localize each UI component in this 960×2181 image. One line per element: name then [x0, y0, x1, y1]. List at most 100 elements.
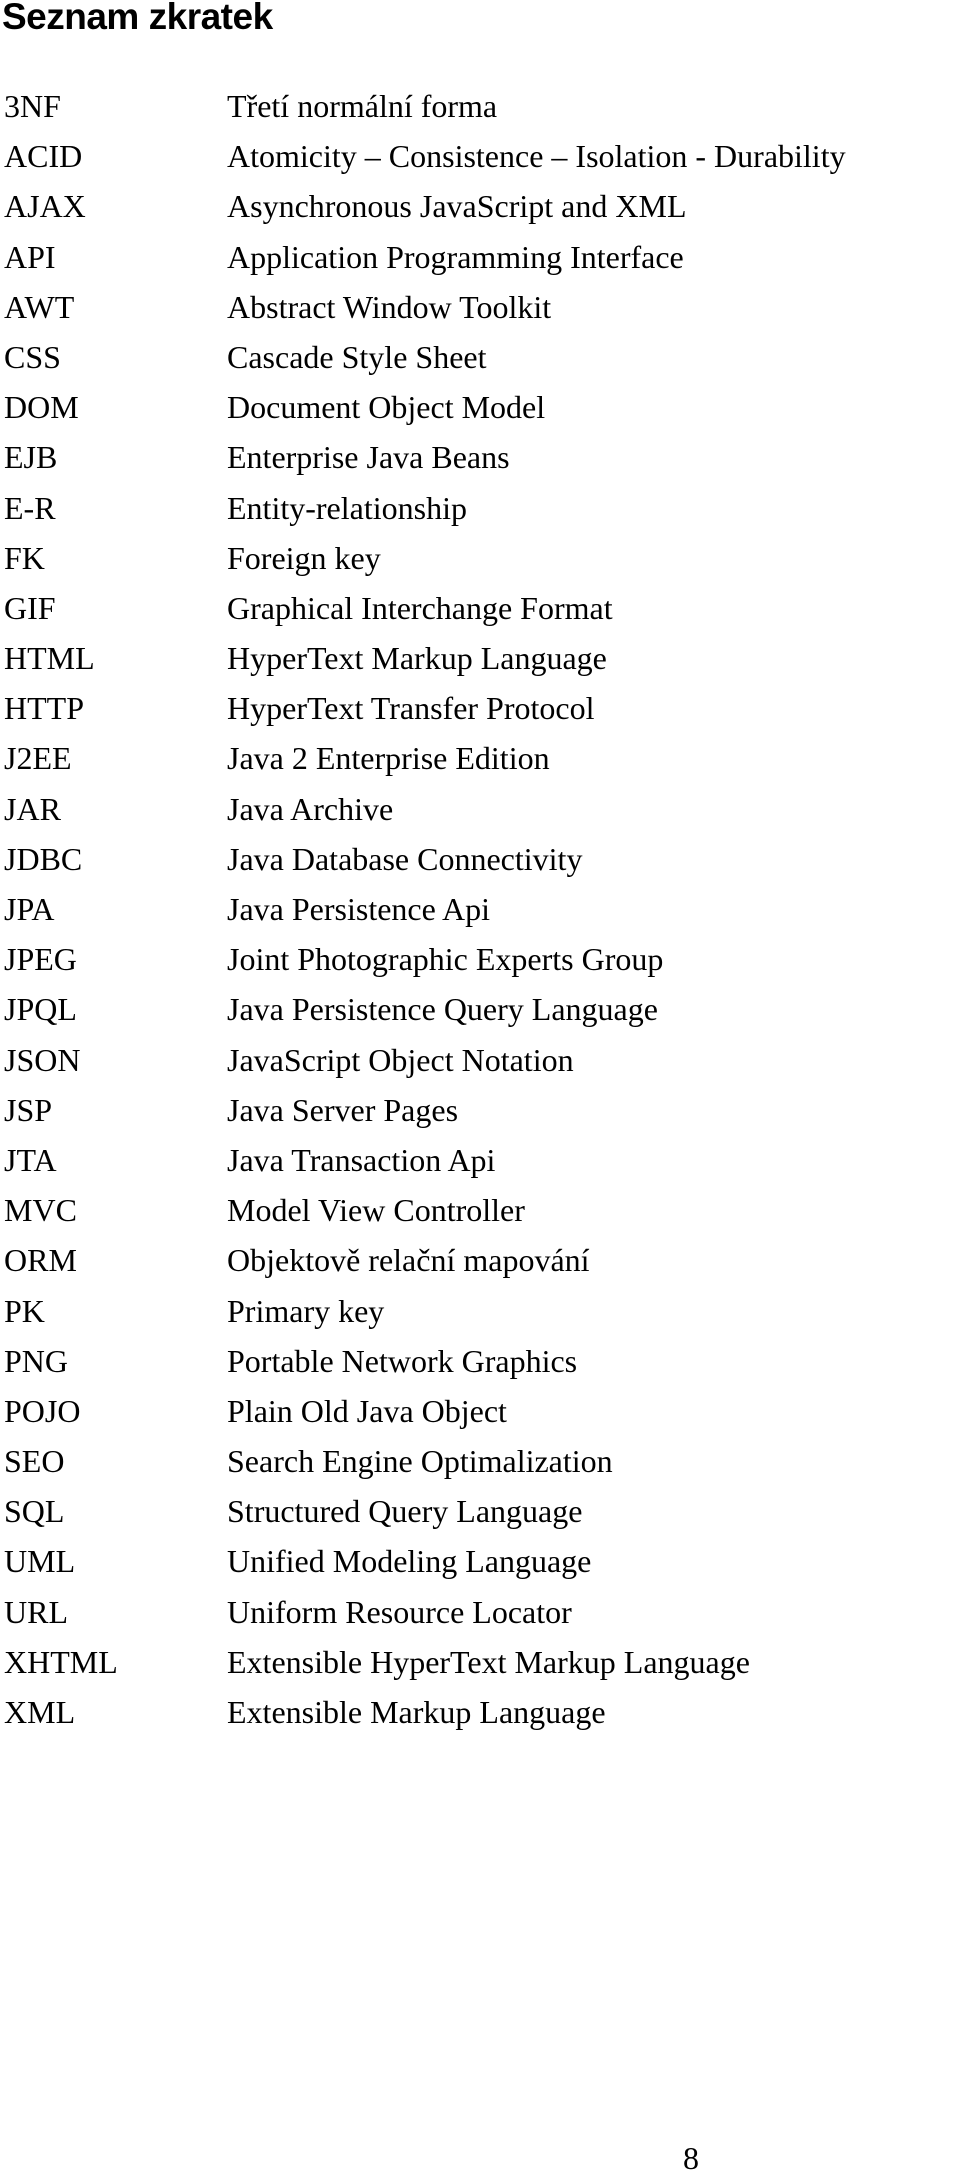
- abbreviation: GIF: [4, 589, 56, 626]
- abbreviation-definition: Extensible Markup Language: [227, 1694, 606, 1730]
- abbreviation-row: ACID Atomicity – Consistence – Isolation …: [4, 131, 954, 181]
- abbreviation: URL: [4, 1593, 68, 1630]
- page-title: Seznam zkratek: [2, 0, 273, 37]
- abbreviation-definition: Třetí normální forma: [227, 88, 498, 124]
- abbreviation: MVC: [4, 1192, 77, 1229]
- abbreviation: API: [4, 238, 56, 275]
- abbreviation-row: POJO Plain Old Java Object: [4, 1386, 954, 1436]
- abbreviation-row: EJB Enterprise Java Beans: [4, 432, 954, 482]
- abbreviation: PNG: [4, 1342, 69, 1379]
- abbreviation-row: XHTML Extensible HyperText Markup Languag…: [4, 1637, 954, 1687]
- abbreviation: ORM: [4, 1242, 77, 1279]
- abbreviation-definition: Primary key: [227, 1292, 385, 1329]
- abbreviation-definition: Asynchronous JavaScript and XML: [227, 188, 687, 225]
- abbreviation-row: 3NF Třetí normální forma: [4, 81, 954, 131]
- abbreviation-definition: Joint Photographic Experts Group: [227, 941, 664, 978]
- abbreviation: POJO: [4, 1392, 81, 1429]
- abbreviation-row: JTA Java Transaction Api: [4, 1135, 954, 1185]
- abbreviation-definition: Structured Query Language: [227, 1493, 583, 1530]
- abbreviation-row: PK Primary key: [4, 1286, 954, 1336]
- abbreviation: JTA: [4, 1141, 57, 1178]
- abbreviation-row: HTTP HyperText Transfer Protocol: [4, 683, 954, 733]
- abbreviation-row: JDBC Java Database Connectivity: [4, 834, 954, 884]
- abbreviation-definition: Uniform Resource Locator: [227, 1593, 572, 1630]
- abbreviation-row: JSON JavaScript Object Notation: [4, 1035, 954, 1085]
- abbreviation-row: JPEG Joint Photographic Experts Group: [4, 934, 954, 984]
- abbreviation-definition: Cascade Style Sheet: [227, 338, 487, 375]
- abbreviation-definition: Graphical Interchange Format: [227, 589, 613, 626]
- abbreviation-row: HTML HyperText Markup Language: [4, 633, 954, 683]
- abbreviation-row: XML Extensible Markup Language: [4, 1687, 954, 1737]
- abbreviation: ACID: [4, 138, 83, 175]
- abbreviation-definition: Extensible HyperText Markup Language: [227, 1643, 750, 1680]
- abbreviation: JPA: [4, 891, 55, 927]
- abbreviation: UML: [4, 1543, 76, 1580]
- abbreviation: XHTML: [4, 1643, 118, 1680]
- abbreviation-definition: Plain Old Java Object: [227, 1392, 507, 1429]
- abbreviation-definition: Search Engine Optimalization: [227, 1443, 613, 1480]
- abbreviation: HTML: [4, 640, 95, 677]
- abbreviation-row: JAR Java Archive: [4, 784, 954, 834]
- page-number: 8: [683, 2140, 699, 2176]
- abbreviation: CSS: [4, 338, 61, 375]
- abbreviation-row: E-R Entity-relationship: [4, 483, 954, 533]
- abbreviation-row: DOM Document Object Model: [4, 382, 954, 432]
- abbreviation-definition: Java Persistence Query Language: [227, 991, 658, 1028]
- abbreviation-row: AJAX Asynchronous JavaScript and XML: [4, 181, 954, 231]
- abbreviation: SQL: [4, 1493, 65, 1530]
- abbreviation: J2EE: [4, 740, 72, 777]
- abbreviation-row: API Application Programming Interface: [4, 232, 954, 282]
- abbreviation-row: AWT Abstract Window Toolkit: [4, 282, 954, 332]
- abbreviation-definition: JavaScript Object Notation: [227, 1041, 574, 1078]
- abbreviation-definition: Java Persistence Api: [227, 891, 491, 927]
- abbreviation-row: FK Foreign key: [4, 533, 954, 583]
- abbreviation: JPEG: [4, 941, 77, 978]
- abbreviation-definition: Java 2 Enterprise Edition: [227, 740, 550, 777]
- abbreviation-definition: Document Object Model: [227, 389, 546, 426]
- abbreviation-row: JPQL Java Persistence Query Language: [4, 984, 954, 1034]
- abbreviation: SEO: [4, 1443, 65, 1480]
- abbreviation-definition: Java Database Connectivity: [227, 840, 583, 877]
- abbreviation-definition: Entity-relationship: [227, 489, 467, 526]
- abbreviation: HTTP: [4, 690, 84, 727]
- abbreviation-row: JPA Java Persistence Api: [4, 884, 954, 934]
- abbreviation: FK: [4, 539, 45, 576]
- abbreviation-row: UML Unified Modeling Language: [4, 1536, 954, 1586]
- abbreviation-definition: Application Programming Interface: [227, 238, 684, 275]
- abbreviation: AJAX: [4, 188, 86, 225]
- abbreviation-definition: HyperText Transfer Protocol: [227, 690, 595, 727]
- abbreviation: JSON: [4, 1041, 81, 1078]
- abbreviation-definition: Model View Controller: [227, 1192, 525, 1229]
- abbreviation-row: PNG Portable Network Graphics: [4, 1336, 954, 1386]
- abbreviation: AWT: [4, 288, 75, 325]
- abbreviation-row: J2EE Java 2 Enterprise Edition: [4, 733, 954, 783]
- abbreviation: EJB: [4, 439, 58, 476]
- abbreviation-definition: Java Archive: [227, 790, 394, 827]
- abbreviation: PK: [4, 1292, 45, 1329]
- abbreviation-row: CSS Cascade Style Sheet: [4, 332, 954, 382]
- abbreviation: DOM: [4, 389, 79, 426]
- abbreviation-definition: Foreign key: [227, 539, 381, 576]
- abbreviation-row: SQL Structured Query Language: [4, 1486, 954, 1536]
- abbreviation-definition: Enterprise Java Beans: [227, 439, 510, 476]
- abbreviation: XML: [4, 1694, 76, 1730]
- abbreviation-row: SEO Search Engine Optimalization: [4, 1436, 954, 1486]
- abbreviation-definition: Java Transaction Api: [227, 1141, 496, 1178]
- abbreviation-definition: Unified Modeling Language: [227, 1543, 592, 1580]
- abbreviation-row: JSP Java Server Pages: [4, 1085, 954, 1135]
- abbreviation-definition: Portable Network Graphics: [227, 1342, 578, 1379]
- abbreviation: JSP: [4, 1091, 53, 1128]
- abbreviation: JPQL: [4, 991, 77, 1028]
- abbreviation-row: ORM Objektově relační mapování: [4, 1235, 954, 1285]
- abbreviation-row: GIF Graphical Interchange Format: [4, 583, 954, 633]
- abbreviation: JAR: [4, 790, 61, 827]
- abbreviation-list: 3NF Třetí normální forma ACID Atomicity – C…: [4, 81, 954, 1737]
- abbreviation-row: URL Uniform Resource Locator: [4, 1587, 954, 1637]
- abbreviation-definition: Objektově relační mapování: [227, 1242, 590, 1279]
- abbreviation-definition: Abstract Window Toolkit: [227, 288, 552, 325]
- abbreviation-definition: HyperText Markup Language: [227, 640, 607, 677]
- abbreviation: JDBC: [4, 840, 83, 877]
- abbreviation: E-R: [4, 489, 56, 526]
- abbreviation-definition: Atomicity – Consistence – Isolation - Du…: [227, 138, 846, 175]
- abbreviation-definition: Java Server Pages: [227, 1091, 459, 1128]
